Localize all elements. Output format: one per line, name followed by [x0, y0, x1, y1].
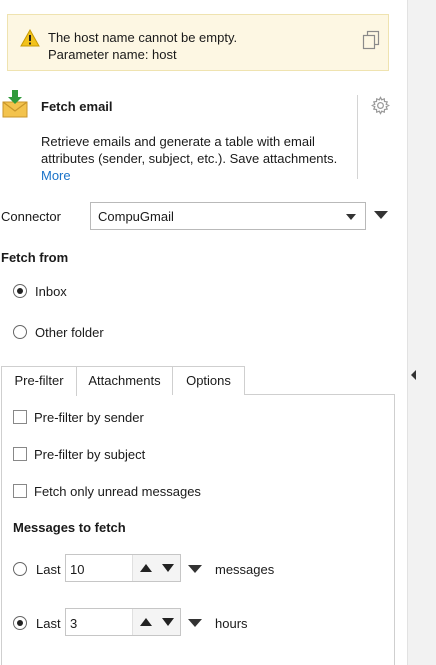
unread-only-label: Fetch only unread messages — [34, 484, 201, 499]
increment-arrow-icon[interactable] — [139, 563, 153, 573]
warning-icon — [20, 29, 40, 47]
messages-to-fetch-title: Messages to fetch — [13, 520, 126, 535]
decrement-arrow-icon[interactable] — [161, 617, 175, 627]
hours-unit-label: hours — [215, 616, 248, 631]
radio-last-messages-label: Last — [36, 562, 61, 577]
copy-icon[interactable] — [362, 30, 380, 50]
connector-label: Connector — [1, 209, 61, 224]
tab-attachments[interactable]: Attachments — [76, 366, 173, 395]
email-download-icon — [2, 90, 28, 118]
prefilter-subject-checkbox[interactable] — [13, 447, 27, 461]
prefilter-sender-label: Pre-filter by sender — [34, 410, 144, 425]
messages-count-stepper[interactable]: 10 — [65, 554, 181, 582]
action-description-line-2: attributes (sender, subject, etc.). Save… — [41, 151, 338, 166]
collapse-panel-arrow-icon[interactable] — [411, 370, 416, 380]
side-panel — [407, 0, 436, 665]
messages-unit-caret-icon[interactable] — [188, 565, 202, 573]
tab-pre-filter[interactable]: Pre-filter — [1, 366, 77, 396]
stepper-buttons — [132, 555, 180, 581]
radio-last-messages[interactable] — [13, 562, 27, 576]
connector-menu-caret-icon[interactable] — [374, 211, 388, 219]
tab-options[interactable]: Options — [172, 366, 245, 395]
stepper-buttons — [132, 609, 180, 635]
alert-message: The host name cannot be empty. — [48, 30, 238, 45]
messages-unit-label: messages — [215, 562, 275, 577]
hours-count-stepper[interactable]: 3 — [65, 608, 181, 636]
action-title: Fetch email — [41, 99, 113, 114]
decrement-arrow-icon[interactable] — [161, 563, 175, 573]
connector-value: CompuGmail — [98, 209, 174, 224]
unread-only-checkbox[interactable] — [13, 484, 27, 498]
chevron-down-icon — [346, 214, 356, 220]
hours-count-value: 3 — [70, 616, 78, 631]
alert-parameter: Parameter name: host — [48, 47, 177, 62]
hours-unit-caret-icon[interactable] — [188, 619, 202, 627]
radio-last-hours[interactable] — [13, 616, 27, 630]
prefilter-sender-checkbox[interactable] — [13, 410, 27, 424]
fetch-from-title: Fetch from — [1, 250, 69, 265]
messages-count-value: 10 — [70, 562, 85, 577]
header-divider — [357, 95, 358, 179]
connector-select[interactable]: CompuGmail — [90, 202, 366, 230]
radio-last-hours-label: Last — [36, 616, 61, 631]
increment-arrow-icon[interactable] — [139, 617, 153, 627]
radio-inbox-label: Inbox — [35, 284, 67, 299]
prefilter-subject-label: Pre-filter by subject — [34, 447, 146, 462]
radio-other-folder[interactable] — [13, 325, 27, 339]
radio-inbox[interactable] — [13, 284, 27, 298]
radio-other-folder-label: Other folder — [35, 325, 104, 340]
gear-icon[interactable] — [371, 96, 390, 115]
action-description-line-1: Retrieve emails and generate a table wit… — [41, 134, 315, 149]
more-link[interactable]: More — [41, 168, 71, 183]
error-alert: The host name cannot be empty. Parameter… — [7, 14, 389, 71]
